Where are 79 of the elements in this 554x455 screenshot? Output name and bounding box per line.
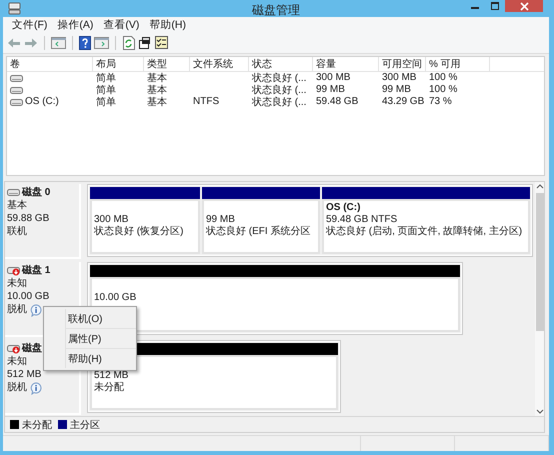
disk-type: 未知 (7, 278, 27, 290)
table-cell: 状态良好 (... (252, 96, 306, 108)
column-header[interactable]: 布局 (96, 56, 116, 71)
table-cell: 状态良好 (... (252, 84, 306, 96)
scroll-up-icon[interactable] (536, 184, 544, 189)
panel-icon[interactable] (51, 36, 66, 50)
window-title: 磁盘管理 (252, 3, 300, 17)
partition-title: OS (C:) (326, 202, 362, 214)
disk-status: 联机 (7, 226, 27, 238)
disk-type: 未知 (7, 356, 27, 368)
close-icon (520, 2, 528, 10)
legend-label: 主分区 (70, 418, 100, 432)
table-cell: 简单 (96, 96, 116, 108)
partition-cell[interactable]: OS (C:) 59.48 GB NTFS 状态良好 (启动, 页面文件, 故障转储, 主分区) (322, 198, 530, 254)
partition-cell[interactable]: 99 MB 状态良好 (EFI 系统分区 (202, 198, 320, 254)
menu-item[interactable]: 帮助(H) (144, 18, 191, 32)
info-icon[interactable] (30, 304, 42, 317)
table-cell: 43.29 GB (382, 96, 424, 108)
scroll-down-icon[interactable] (536, 409, 544, 414)
disk-name: 磁盘 (22, 342, 42, 355)
table-cell: 73 % (429, 96, 452, 108)
context-menu-item[interactable]: 属性(P) (68, 332, 102, 346)
partition-cell[interactable]: 300 MB 状态良好 (恢复分区) (90, 198, 200, 254)
help-icon[interactable] (79, 36, 91, 50)
table-cell: 基本 (147, 84, 167, 96)
table-cell: 300 MB (382, 72, 416, 84)
info-icon[interactable] (30, 382, 42, 395)
disk-size: 59.88 GB (7, 212, 50, 225)
column-header[interactable]: 可用空间 (382, 56, 422, 71)
column-header[interactable]: 卷 (10, 56, 20, 71)
disk-name: 磁盘 0 (22, 186, 50, 199)
table-cell: NTFS (193, 96, 220, 108)
maximize-icon (491, 2, 499, 10)
partition-status: 状态良好 (EFI 系统分区 (206, 226, 312, 238)
partition-size: 300 MB (94, 214, 130, 226)
table-cell: 简单 (96, 84, 116, 96)
partition-status: 状态良好 (启动, 页面文件, 故障转储, 主分区) (326, 226, 524, 238)
partition-status: 未分配 (94, 382, 125, 394)
column-header[interactable]: 文件系统 (193, 56, 233, 71)
close-button[interactable] (505, 0, 543, 12)
table-cell: 59.48 GB (316, 96, 358, 108)
table-cell: 300 MB (316, 72, 350, 84)
table-cell: 状态良好 (... (252, 72, 306, 84)
menu-item[interactable]: 文件(F) (7, 18, 52, 32)
column-header[interactable]: 类型 (147, 56, 167, 71)
table-cell: 100 % (429, 72, 458, 84)
table-cell: 简单 (96, 72, 116, 84)
table-cell: 100 % (429, 84, 458, 96)
scrollbar-thumb[interactable] (536, 192, 544, 331)
legend-label: 未分配 (22, 418, 52, 432)
disk-type: 基本 (7, 200, 27, 212)
column-header[interactable]: 状态 (252, 56, 272, 71)
table-cell: 基本 (147, 96, 167, 108)
table-cell: 99 MB (382, 84, 411, 96)
disk-status: 脱机 (7, 382, 27, 394)
column-header[interactable]: % 可用 (429, 56, 461, 71)
refresh-icon[interactable] (122, 36, 136, 50)
table-cell: OS (C:) (25, 96, 59, 108)
table-cell: 基本 (147, 72, 167, 84)
menu-item[interactable]: 操作(A) (52, 18, 98, 32)
context-menu-item[interactable]: 帮助(H) (68, 352, 102, 366)
partition-size: 10.00 GB (94, 292, 138, 304)
partition-size: 59.48 GB NTFS (326, 214, 398, 226)
drive-icon (10, 84, 23, 95)
column-header[interactable]: 容量 (316, 56, 336, 71)
partition-status: 状态良好 (恢复分区) (94, 226, 184, 238)
properties-icon[interactable] (139, 36, 152, 50)
disk-status: 脱机 (7, 304, 27, 316)
disk-name: 磁盘 1 (22, 264, 50, 277)
app-icon (8, 2, 21, 15)
drive-icon (10, 96, 23, 107)
disk-size: 512 MB (7, 368, 42, 381)
drive-icon (10, 72, 23, 83)
table-cell: 99 MB (316, 84, 345, 96)
menu-item[interactable]: 查看(V) (98, 18, 144, 32)
partition-size: 99 MB (206, 214, 236, 226)
partition-size: 512 MB (94, 370, 130, 382)
checklist-icon[interactable] (155, 36, 168, 50)
disk-size: 10.00 GB (7, 290, 50, 303)
